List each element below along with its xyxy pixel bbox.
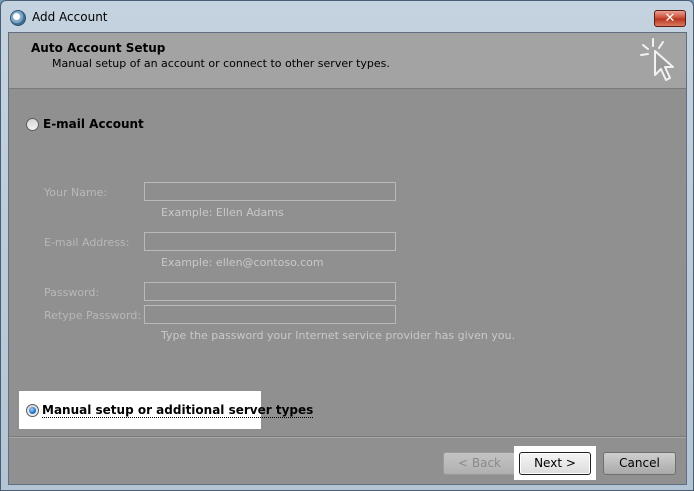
footer-divider	[9, 436, 686, 438]
manual-setup-label[interactable]: Manual setup or additional server types	[42, 403, 314, 418]
page-title: Auto Account Setup	[31, 41, 166, 55]
your-name-input[interactable]	[144, 182, 396, 201]
next-button[interactable]: Next >	[519, 452, 591, 475]
your-name-hint: Example: Ellen Adams	[161, 206, 284, 219]
cursor-sparkle-icon	[640, 38, 674, 81]
cancel-button[interactable]: Cancel	[603, 452, 676, 475]
add-account-window: Add Account ✕ Auto Account Setup Manual …	[0, 0, 694, 491]
password-label: Password:	[44, 286, 100, 299]
email-address-input[interactable]	[144, 232, 396, 251]
title-bar[interactable]: Add Account ✕	[1, 1, 693, 33]
back-button[interactable]: < Back	[443, 452, 516, 475]
outlook-app-icon	[10, 10, 26, 26]
email-address-label: E-mail Address:	[44, 236, 130, 249]
close-button[interactable]: ✕	[654, 10, 686, 27]
email-account-radio[interactable]	[26, 118, 39, 131]
manual-setup-radio[interactable]	[26, 404, 39, 417]
window-title: Add Account	[32, 10, 108, 24]
wizard-header: Auto Account Setup Manual setup of an ac…	[9, 33, 686, 89]
page-subtitle: Manual setup of an account or connect to…	[52, 57, 390, 70]
password-hint: Type the password your Internet service …	[161, 329, 516, 342]
email-address-hint: Example: ellen@contoso.com	[161, 256, 324, 269]
your-name-label: Your Name:	[44, 186, 108, 199]
password-input[interactable]	[144, 282, 396, 301]
email-account-label[interactable]: E-mail Account	[43, 117, 144, 131]
retype-password-input[interactable]	[144, 305, 396, 324]
retype-password-label: Retype Password:	[44, 309, 142, 322]
dialog-client-area: Auto Account Setup Manual setup of an ac…	[8, 32, 687, 485]
